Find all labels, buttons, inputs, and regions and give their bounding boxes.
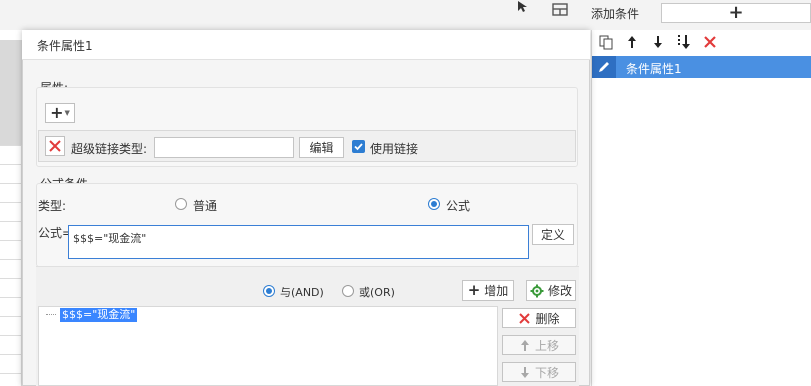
arrow-up-icon — [520, 339, 529, 351]
delete-condition-button[interactable]: 删除 — [502, 308, 576, 328]
arrow-down-icon — [520, 366, 529, 378]
delete-button-label: 删除 — [535, 311, 560, 326]
define-button[interactable]: 定义 — [532, 224, 574, 245]
arrow-down-icon[interactable] — [650, 34, 666, 50]
type-formula-label: 公式 — [446, 199, 471, 213]
delete-icon[interactable] — [702, 34, 718, 50]
condition-list-panel — [591, 30, 811, 386]
add-condition-combine-button[interactable]: + 增加 — [462, 280, 514, 301]
editor-gray-area — [0, 40, 22, 145]
dialog-title: 条件属性1 — [37, 39, 93, 53]
condition-toolbar — [598, 33, 718, 51]
plus-icon: + — [467, 281, 481, 299]
formula-input[interactable]: $$$="现金流" — [68, 225, 529, 259]
pointer-icon — [516, 0, 530, 14]
chevron-down-icon: ▼ — [64, 109, 70, 117]
type-formula-radio[interactable] — [428, 198, 440, 210]
condition-item-label: 条件属性1 — [626, 62, 682, 76]
edit-pencil-icon — [592, 56, 616, 78]
dialog-title-bar — [22, 30, 590, 60]
plus-icon: + — [50, 103, 64, 122]
type-label: 类型: — [38, 199, 67, 213]
logic-or-label: 或(OR) — [359, 286, 395, 299]
add-attribute-button[interactable]: + ▼ — [45, 103, 75, 123]
remove-hyperlink-button[interactable] — [45, 136, 65, 156]
add-button-label: 增加 — [484, 284, 509, 298]
tree-connector — [46, 314, 56, 315]
move-down-button[interactable]: 下移 — [502, 362, 576, 382]
add-condition-title: 添加条件 — [591, 7, 640, 21]
editor-top-bar — [0, 0, 592, 30]
add-condition-button[interactable]: + — [661, 3, 811, 23]
use-link-label: 使用链接 — [370, 142, 419, 156]
condition-list-item[interactable] — [592, 56, 811, 78]
move-bottom-icon[interactable] — [676, 34, 692, 50]
move-up-button[interactable]: 上移 — [502, 335, 576, 355]
logic-and-label: 与(AND) — [280, 286, 324, 299]
hyperlink-type-label: 超级链接类型: — [71, 142, 148, 156]
arrow-up-icon[interactable] — [624, 34, 640, 50]
spreadsheet-grid — [0, 145, 22, 386]
panel-layout-icon[interactable] — [551, 2, 569, 18]
condition-tree-item[interactable]: $$$="现金流" — [60, 308, 138, 322]
hyperlink-type-input[interactable] — [154, 137, 294, 158]
move-down-label: 下移 — [534, 365, 559, 380]
logic-or-radio[interactable] — [342, 285, 354, 297]
modify-button-label: 修改 — [547, 284, 572, 298]
plus-icon: + — [728, 2, 744, 23]
use-link-checkbox[interactable] — [352, 140, 365, 153]
edit-button[interactable]: 编辑 — [299, 137, 344, 158]
logic-and-radio[interactable] — [263, 285, 275, 297]
copy-icon[interactable] — [598, 34, 614, 50]
delete-icon — [519, 312, 531, 324]
close-icon — [49, 140, 61, 152]
formula-label: 公式= — [38, 226, 73, 240]
gear-icon — [530, 284, 544, 297]
move-up-label: 上移 — [534, 338, 559, 353]
type-normal-label: 普通 — [193, 199, 218, 213]
type-normal-radio[interactable] — [175, 198, 187, 210]
modify-button[interactable]: 修改 — [526, 280, 576, 301]
checkmark-icon — [354, 143, 363, 151]
